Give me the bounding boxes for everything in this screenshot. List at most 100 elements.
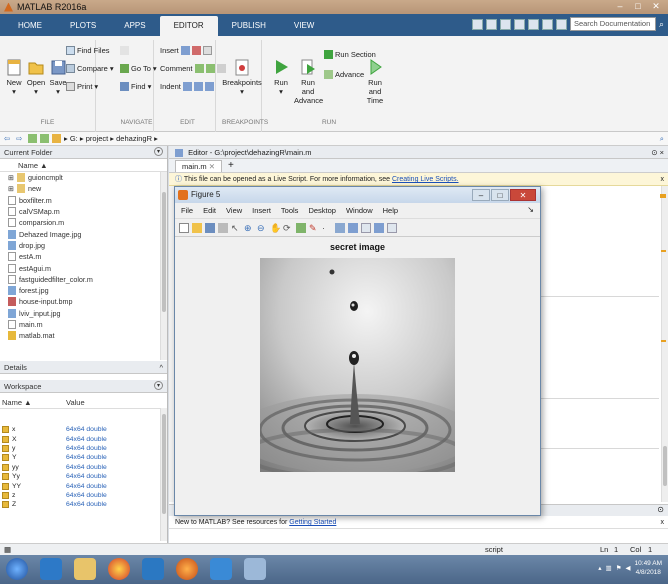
menu-help[interactable]: Help	[383, 206, 398, 215]
folder-scrollbar[interactable]	[160, 172, 167, 360]
browse-folder-icon[interactable]	[40, 134, 49, 143]
menu-overflow-icon[interactable]: ↘	[527, 205, 534, 214]
file-item[interactable]: estAgui.m	[0, 262, 167, 273]
tray-arrow-icon[interactable]: ▴	[598, 564, 601, 572]
file-item[interactable]: Dehazed Image.jpg	[0, 228, 167, 239]
table-row[interactable]: Yy 64x64 double	[0, 472, 167, 481]
getting-started-link[interactable]: Getting Started	[289, 519, 336, 526]
file-item[interactable]: matlab.mat	[0, 330, 167, 341]
table-row[interactable]: X 64x64 double	[0, 434, 167, 443]
undo-quick-icon[interactable]	[527, 18, 539, 30]
file-item[interactable]: ⊞ new	[0, 183, 167, 194]
table-row[interactable]: Y 64x64 double	[0, 453, 167, 462]
details-header[interactable]: Details ^	[0, 361, 167, 374]
tab-publish[interactable]: PUBLISH	[218, 16, 280, 36]
figure-canvas[interactable]: secret image	[175, 238, 540, 515]
minimize-button[interactable]: –	[612, 1, 628, 12]
open-button[interactable]: Open ▾	[26, 58, 46, 96]
redo-quick-icon[interactable]	[541, 18, 553, 30]
start-orb-icon[interactable]	[6, 558, 28, 580]
network-icon[interactable]: ▥	[606, 564, 612, 572]
menu-desktop[interactable]: Desktop	[308, 206, 336, 215]
zoom-in-icon[interactable]: ⊕	[244, 223, 254, 233]
file-item[interactable]: main.m	[0, 319, 167, 330]
tab-main-m[interactable]: main.m ✕	[175, 160, 222, 172]
file-item[interactable]: comparsion.m	[0, 217, 167, 228]
editor-options-icon[interactable]: ⊙ ×	[651, 146, 664, 159]
file-item[interactable]: calVSMap.m	[0, 206, 167, 217]
menu-window[interactable]: Window	[346, 206, 373, 215]
workspace-options-icon[interactable]: ▾	[154, 381, 163, 390]
show-plot-tools-icon[interactable]	[387, 222, 397, 233]
indent-button[interactable]: Indent	[160, 82, 214, 91]
menu-edit[interactable]: Edit	[203, 206, 216, 215]
pan-icon[interactable]: ✋	[270, 223, 281, 233]
copy-quick-icon[interactable]	[499, 18, 511, 30]
new-tab-button[interactable]: +	[224, 160, 238, 172]
figure-close-button[interactable]: ✕	[510, 189, 536, 201]
tab-plots[interactable]: PLOTS	[56, 16, 110, 36]
matlab-taskbar-icon[interactable]	[244, 558, 266, 580]
save-figure-icon[interactable]	[205, 222, 215, 233]
maximize-button[interactable]: □	[630, 1, 646, 12]
forward-arrow-icon[interactable]: ⇨	[16, 134, 25, 143]
menu-insert[interactable]: Insert	[252, 206, 271, 215]
zoom-out-icon[interactable]: ⊖	[257, 223, 267, 233]
find-files-button[interactable]: Find Files	[66, 46, 110, 55]
figure-minimize-button[interactable]: –	[472, 189, 490, 201]
ws-name-header[interactable]: Name ▲	[0, 396, 66, 408]
legend-icon[interactable]	[361, 222, 371, 233]
colorbar-icon[interactable]	[348, 222, 358, 233]
cut-quick-icon[interactable]	[485, 18, 497, 30]
link-plot-icon[interactable]	[335, 222, 345, 233]
file-explorer-icon[interactable]	[74, 558, 96, 580]
search-documentation-input[interactable]: Search Documentation	[569, 17, 656, 31]
table-row[interactable]: z 64x64 double	[0, 491, 167, 500]
internet-explorer-icon[interactable]	[40, 558, 62, 580]
tab-editor[interactable]: EDITOR	[159, 16, 218, 36]
hide-plot-tools-icon[interactable]	[374, 222, 384, 233]
figure-window[interactable]: Figure 5 – □ ✕ File Edit View Insert Too…	[174, 186, 541, 516]
volume-icon[interactable]: ◀	[626, 564, 631, 572]
print-button[interactable]: Print ▾	[66, 82, 98, 91]
address-search-icon[interactable]: ⌕	[660, 134, 664, 144]
brush-icon[interactable]: ✎	[309, 223, 319, 233]
insert-button[interactable]: Insert	[160, 46, 212, 55]
chevron-up-icon[interactable]: ^	[159, 361, 163, 374]
save-quick-icon[interactable]	[471, 18, 483, 30]
file-item[interactable]: lviv_input.jpg	[0, 308, 167, 319]
menu-file[interactable]: File	[181, 206, 193, 215]
figure-titlebar[interactable]: Figure 5 – □ ✕	[175, 187, 540, 203]
info-close-button[interactable]: x	[661, 173, 665, 186]
name-column-header[interactable]: Name ▲	[0, 159, 167, 172]
clock[interactable]: 10:49 AM 4/8/2018	[635, 559, 662, 577]
command-window-options-icon[interactable]: ⊙	[657, 505, 664, 514]
table-row[interactable]: x 64x64 double	[0, 425, 167, 434]
word-icon[interactable]	[210, 558, 232, 580]
chrome-icon[interactable]	[108, 558, 130, 580]
run-button[interactable]: Run ▾	[270, 58, 292, 96]
flag-icon[interactable]: ⚑	[616, 564, 622, 572]
creating-live-scripts-link[interactable]: Creating Live Scripts.	[392, 176, 459, 183]
command-close-button[interactable]: x	[661, 516, 665, 529]
file-item[interactable]: house-input.bmp	[0, 296, 167, 307]
go-to-button[interactable]: Go To ▾	[120, 64, 157, 73]
help-quick-icon[interactable]	[555, 18, 567, 30]
tab-view[interactable]: VIEW	[280, 16, 328, 36]
advance-button[interactable]: Advance	[324, 70, 364, 79]
up-folder-icon[interactable]	[28, 134, 37, 143]
command-window[interactable]: New to MATLAB? See resources for Getting…	[169, 516, 668, 529]
table-row[interactable]: yy 64x64 double	[0, 463, 167, 472]
editor-scrollbar[interactable]	[661, 186, 668, 502]
menu-tools[interactable]: Tools	[281, 206, 299, 215]
workspace-scrollbar[interactable]	[160, 408, 167, 541]
compare-button[interactable]: Compare ▾	[66, 64, 114, 73]
close-button[interactable]: ✕	[648, 1, 664, 12]
table-row[interactable]: Z 64x64 double	[0, 500, 167, 509]
comment-button[interactable]: Comment	[160, 64, 226, 73]
file-item[interactable]: forest.jpg	[0, 285, 167, 296]
folder-path[interactable]: ▸ G: ▸ project ▸ dehazingR ▸	[64, 134, 158, 143]
back-arrow-icon[interactable]: ⇦	[4, 134, 13, 143]
find-button[interactable]: Find ▾	[120, 82, 151, 91]
paste-quick-icon[interactable]	[513, 18, 525, 30]
